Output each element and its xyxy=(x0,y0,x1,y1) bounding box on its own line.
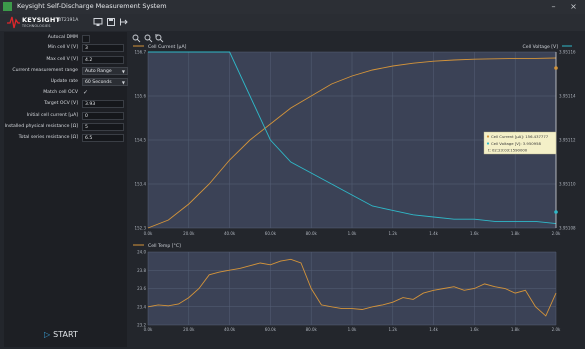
min-v-label: Min cell V [V] xyxy=(47,45,78,50)
play-icon: ▷ xyxy=(44,330,51,339)
phys-row: Installed physical resistance [Ω] 5 xyxy=(4,123,127,132)
app-window: Keysight Self-Discharge Measurement Syst… xyxy=(0,0,585,349)
toolbar xyxy=(0,14,585,31)
range-label: Current measurement range xyxy=(12,68,78,73)
series-label: Total series resistance [Ω] xyxy=(18,135,78,140)
zoom-out-icon[interactable] xyxy=(144,34,153,43)
max-v-input[interactable]: 4.2 xyxy=(82,56,124,64)
update-row: Update rate 60 Seconds ▼ xyxy=(4,78,128,87)
autocal-label: Autocal DMM xyxy=(47,35,78,40)
autocal-checkbox[interactable] xyxy=(82,35,90,43)
update-label: Update rate xyxy=(50,79,78,84)
series-input[interactable]: 6.5 xyxy=(82,134,124,142)
initial-row: Initial cell current [µA] 0 xyxy=(4,112,127,121)
match-row: Match cell OCV ✓ xyxy=(4,89,127,98)
range-row: Current measurement range Auto Range ▼ xyxy=(4,67,128,76)
range-select[interactable]: Auto Range ▼ xyxy=(82,67,128,75)
start-button[interactable]: ▷ START xyxy=(44,330,78,339)
phys-label: Installed physical resistance [Ω] xyxy=(4,124,78,129)
phys-input[interactable]: 5 xyxy=(82,123,124,131)
update-select[interactable]: 60 Seconds ▼ xyxy=(82,78,128,86)
chevron-down-icon: ▼ xyxy=(121,80,125,85)
window-title: Keysight Self-Discharge Measurement Syst… xyxy=(17,2,167,10)
initial-input[interactable]: 0 xyxy=(82,112,124,120)
model-label: BT2191A xyxy=(58,18,79,23)
initial-label: Initial cell current [µA] xyxy=(26,113,78,118)
max-v-label: Max cell V [V] xyxy=(46,57,78,62)
title-bar: Keysight Self-Discharge Measurement Syst… xyxy=(0,0,585,15)
app-icon xyxy=(3,2,12,11)
zoom-reset-icon[interactable] xyxy=(155,34,164,43)
export-icon[interactable] xyxy=(119,17,129,27)
target-label: Target OCV [V] xyxy=(44,101,78,106)
close-icon[interactable]: × xyxy=(568,1,579,12)
autocal-row: Autocal DMM xyxy=(4,34,127,43)
target-row: Target OCV [V] 3.93 xyxy=(4,100,127,109)
settings-panel: Autocal DMM Min cell V [V] 3 Max cell V … xyxy=(4,32,128,347)
brand-sub: TECHNOLOGIES xyxy=(22,24,51,28)
minimize-icon[interactable]: – xyxy=(548,1,559,12)
chevron-down-icon: ▼ xyxy=(121,69,125,74)
match-checkbox[interactable]: ✓ xyxy=(83,89,88,96)
match-label: Match cell OCV xyxy=(43,90,78,95)
start-label: START xyxy=(53,330,78,339)
save-icon[interactable] xyxy=(106,17,116,27)
zoom-in-icon[interactable] xyxy=(132,34,141,43)
keysight-wave-icon xyxy=(7,16,20,29)
min-v-input[interactable]: 3 xyxy=(82,44,124,52)
target-input[interactable]: 3.93 xyxy=(82,100,124,108)
update-value: 60 Seconds xyxy=(85,80,112,85)
monitor-icon[interactable] xyxy=(93,17,103,27)
range-value: Auto Range xyxy=(85,69,112,74)
series-row: Total series resistance [Ω] 6.5 xyxy=(4,134,127,143)
min-v-row: Min cell V [V] 3 xyxy=(4,44,127,53)
brand-name: KEYSIGHT xyxy=(22,16,61,24)
chart-area xyxy=(129,32,583,347)
max-v-row: Max cell V [V] 4.2 xyxy=(4,56,127,65)
